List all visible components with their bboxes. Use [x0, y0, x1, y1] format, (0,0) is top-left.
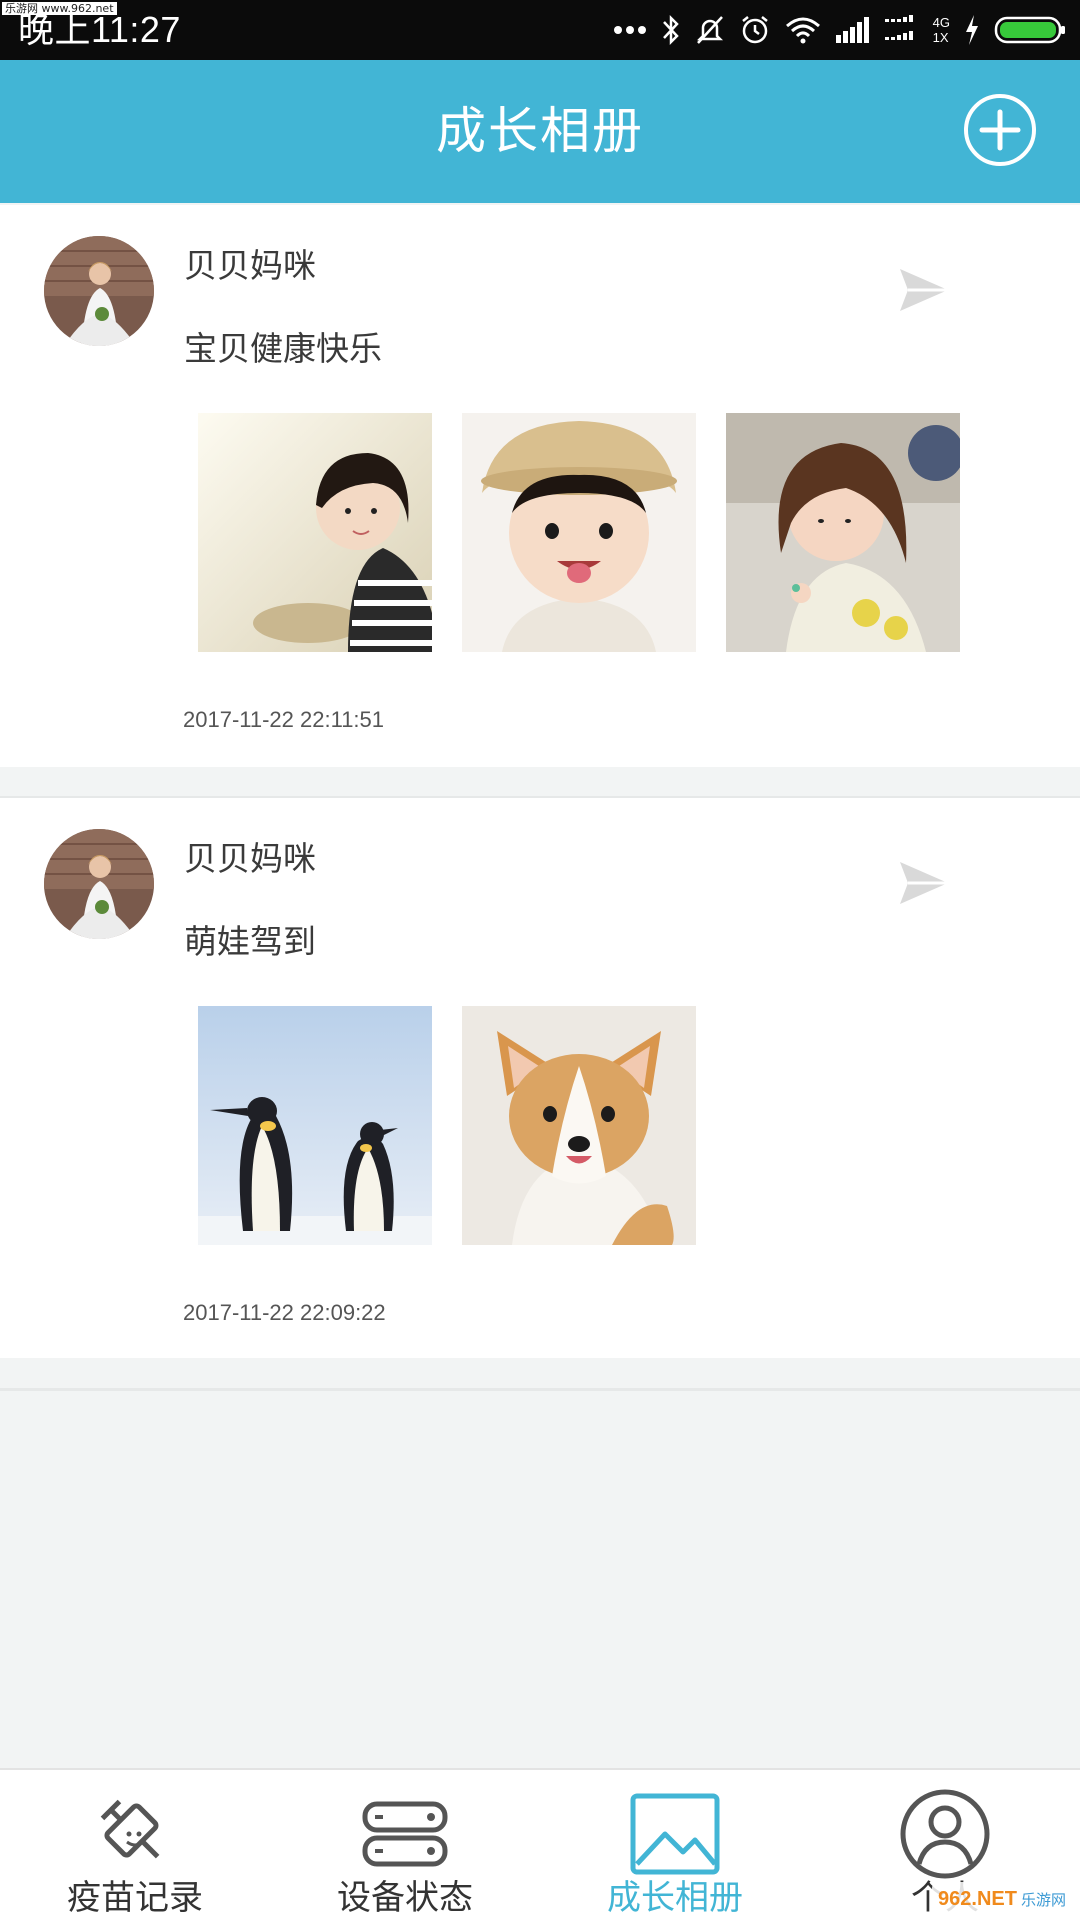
network-type: 4G 1X	[933, 15, 950, 45]
battery-icon	[994, 16, 1065, 44]
watermark-logo: 962.NET 乐游网	[932, 1882, 1072, 1916]
card-divider	[0, 1388, 1080, 1391]
network-label: 4G	[932, 15, 950, 30]
child-photo-1	[198, 413, 432, 652]
nav-label: 成长相册	[607, 1878, 743, 1918]
nav-item-growth-album[interactable]: 成长相册	[540, 1770, 810, 1922]
child-photo-3	[726, 413, 960, 652]
avatar-image	[44, 829, 154, 939]
post-card: 贝贝妈咪 萌娃驾到 2017-11-22 22:09:22	[0, 798, 1080, 1358]
signal-icon-2	[884, 15, 913, 40]
avatar[interactable]	[44, 829, 154, 939]
status-time: 晚上11:27	[18, 9, 181, 50]
watermark-sub: 乐游网	[1020, 1891, 1066, 1909]
watermark-main: 962.NET	[938, 1887, 1017, 1910]
photo-thumbnail[interactable]	[726, 413, 960, 652]
device-icon	[362, 1801, 448, 1867]
photo-thumbnail[interactable]	[462, 1006, 696, 1245]
syringe-icon	[100, 1799, 160, 1859]
charging-icon	[966, 15, 978, 45]
penguin-photo	[198, 1006, 432, 1245]
alarm-icon	[741, 16, 768, 44]
app-header: 成长相册	[0, 60, 1080, 203]
nav-item-vaccine-records[interactable]: 疫苗记录	[0, 1770, 270, 1922]
avatar[interactable]	[44, 236, 154, 346]
sim-label: 1X	[932, 30, 949, 45]
image-icon	[630, 1793, 720, 1875]
status-bar: 乐游网 www.962.net 晚上11:27 4G 1X	[0, 0, 1080, 60]
post-card: 贝贝妈咪 宝贝健康快乐 2017-11-22 22:11:51	[0, 205, 1080, 767]
send-icon	[900, 269, 948, 311]
post-text: 萌娃驾到	[184, 922, 316, 961]
wifi-icon	[785, 17, 820, 44]
bottom-navigation: 疫苗记录 设备状态 成长相册 个人 962.NET 乐游网	[0, 1768, 1080, 1922]
signal-icon	[835, 17, 869, 43]
plus-circle-icon	[964, 94, 1036, 166]
post-timestamp: 2017-11-22 22:11:51	[183, 707, 385, 732]
share-button[interactable]	[898, 267, 950, 313]
status-icons: 4G 1X	[613, 10, 1066, 50]
photo-thumbnail[interactable]	[462, 413, 696, 652]
nav-item-device-status[interactable]: 设备状态	[270, 1770, 540, 1922]
more-dots-icon	[613, 26, 646, 34]
share-button[interactable]	[898, 860, 950, 906]
page-title: 成长相册	[436, 102, 644, 160]
photo-thumbnail[interactable]	[198, 1006, 432, 1245]
child-photo-2	[462, 413, 696, 652]
bell-off-icon	[696, 16, 723, 44]
person-icon	[900, 1789, 990, 1879]
send-icon	[900, 862, 948, 904]
avatar-image	[44, 236, 154, 346]
add-post-button[interactable]	[962, 92, 1038, 168]
photo-thumbnail[interactable]	[198, 413, 432, 652]
user-name[interactable]: 贝贝妈咪	[184, 838, 316, 880]
post-text: 宝贝健康快乐	[184, 329, 382, 368]
nav-label: 疫苗记录	[67, 1878, 203, 1918]
puppy-photo	[462, 1006, 696, 1245]
nav-label: 设备状态	[337, 1878, 473, 1918]
bluetooth-icon	[662, 14, 679, 46]
post-timestamp: 2017-11-22 22:09:22	[183, 1300, 386, 1325]
user-name[interactable]: 贝贝妈咪	[184, 245, 316, 287]
